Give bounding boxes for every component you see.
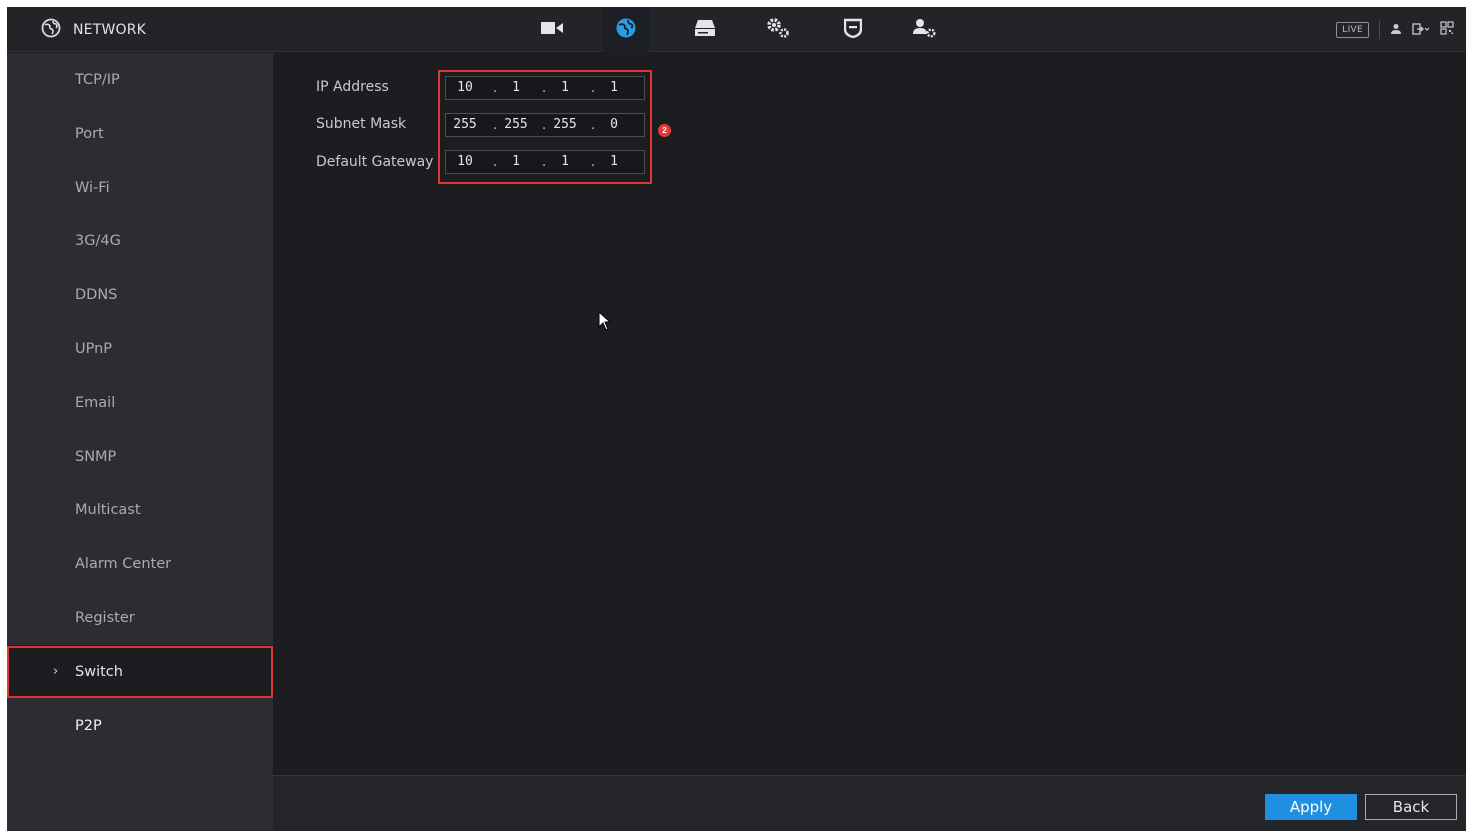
sidebar-item-p2p[interactable]: P2P xyxy=(7,699,273,752)
sidebar-item-snmp[interactable]: SNMP xyxy=(7,430,273,483)
live-button[interactable]: LIVE xyxy=(1336,21,1369,38)
logout-icon[interactable] xyxy=(1412,20,1430,39)
storage-icon xyxy=(694,19,716,41)
mouse-cursor-icon xyxy=(598,310,612,335)
highlight-box-ip-settings xyxy=(438,70,652,184)
tab-network[interactable] xyxy=(603,7,649,52)
sidebar-item-label: 3G/4G xyxy=(75,232,121,249)
tab-security[interactable] xyxy=(830,7,876,52)
system-settings-icon xyxy=(765,17,791,43)
sidebar-item-register[interactable]: Register xyxy=(7,591,273,644)
sidebar-item-label: DDNS xyxy=(75,286,118,303)
network-icon xyxy=(615,17,637,43)
sidebar-item-upnp[interactable]: UPnP xyxy=(7,322,273,375)
security-shield-icon xyxy=(843,18,863,42)
sidebar-item-tcpip[interactable]: TCP/IP xyxy=(7,53,273,106)
sidebar-item-wifi[interactable]: Wi-Fi xyxy=(7,161,273,214)
sidebar-item-label: Wi-Fi xyxy=(75,179,110,196)
apply-button[interactable]: Apply xyxy=(1265,794,1357,820)
sidebar-item-label: TCP/IP xyxy=(75,71,120,88)
sidebar-item-multicast[interactable]: Multicast xyxy=(7,483,273,536)
default-gateway-label: Default Gateway xyxy=(316,154,434,170)
sidebar-item-alarm-center[interactable]: Alarm Center xyxy=(7,537,273,590)
annotation-badge-2: 2 xyxy=(658,124,671,137)
top-navigation-bar: NETWORK LIVE xyxy=(7,7,1466,52)
sidebar: TCP/IP Port Wi-Fi 3G/4G DDNS UPnP Email … xyxy=(7,53,273,831)
ip-address-label: IP Address xyxy=(316,79,389,95)
sidebar-item-3g4g[interactable]: 3G/4G xyxy=(7,214,273,267)
sidebar-item-label: P2P xyxy=(75,717,102,734)
camera-icon xyxy=(541,20,563,39)
sidebar-item-label: Port xyxy=(75,125,104,142)
sidebar-item-label: UPnP xyxy=(75,340,113,357)
top-right-tools: LIVE xyxy=(1336,7,1454,52)
page-title: NETWORK xyxy=(73,21,147,38)
sidebar-item-label: Multicast xyxy=(75,501,141,518)
tab-system[interactable] xyxy=(755,7,801,52)
sidebar-item-label: Alarm Center xyxy=(75,555,172,572)
sidebar-item-email[interactable]: Email xyxy=(7,376,273,429)
sidebar-item-label: Register xyxy=(75,609,135,626)
tab-account[interactable] xyxy=(902,7,948,52)
brand: NETWORK xyxy=(41,7,146,52)
tab-storage[interactable] xyxy=(682,7,728,52)
user-icon[interactable] xyxy=(1390,20,1402,39)
bottom-action-bar: Apply Back xyxy=(273,775,1466,831)
sidebar-item-port[interactable]: Port xyxy=(7,107,273,160)
sidebar-item-label: Email xyxy=(75,394,116,411)
qr-code-icon[interactable] xyxy=(1440,20,1454,39)
tab-camera[interactable] xyxy=(529,7,575,52)
back-button[interactable]: Back xyxy=(1365,794,1457,820)
account-settings-icon xyxy=(912,17,938,43)
main-content: IP Address 10 . 1 . 1 . 1 Subnet Mask 25… xyxy=(273,53,1466,776)
divider xyxy=(1379,20,1380,39)
app-window: NETWORK LIVE TCP/IP Port Wi-Fi 3G/4G DDN… xyxy=(7,7,1466,831)
sidebar-item-label: SNMP xyxy=(75,448,117,465)
subnet-mask-label: Subnet Mask xyxy=(316,116,407,132)
network-globe-icon xyxy=(41,18,61,42)
sidebar-item-ddns[interactable]: DDNS xyxy=(7,268,273,321)
highlight-box-switch xyxy=(7,646,273,698)
